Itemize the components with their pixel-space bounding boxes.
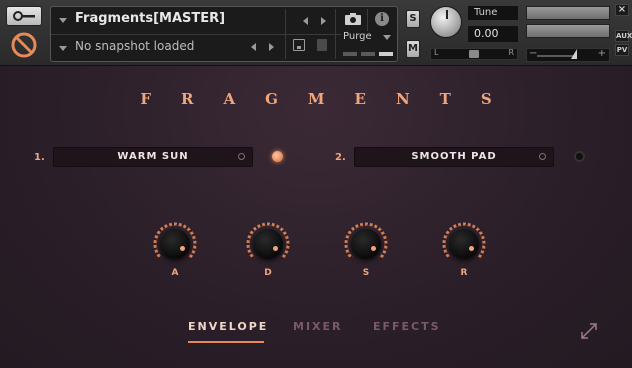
- purge-indicator: [379, 52, 393, 56]
- expand-icon[interactable]: [580, 322, 598, 340]
- tune-value[interactable]: 0.00: [468, 26, 518, 42]
- volume-plus-label: +: [597, 48, 606, 59]
- pan-handle[interactable]: [469, 50, 479, 58]
- release-label: R: [460, 268, 468, 278]
- slot-toggle-2[interactable]: [574, 151, 585, 162]
- pan-slider[interactable]: L R: [430, 48, 518, 60]
- instrument-menu-icon[interactable]: [59, 18, 67, 23]
- slot-name-1: WARM SUN: [117, 151, 189, 162]
- tab-effects[interactable]: EFFECTS: [373, 320, 441, 333]
- slot-number-2: 2.: [335, 152, 346, 163]
- sustain-knob[interactable]: [344, 222, 388, 266]
- slot-selector-1[interactable]: WARM SUN: [53, 147, 253, 167]
- volume-slider[interactable]: − +: [526, 48, 610, 62]
- instrument-title: FRAGMENTS: [140, 90, 522, 108]
- active-tab-indicator: [188, 341, 264, 343]
- pan-left-label: L: [434, 48, 439, 57]
- instrument-panel: Fragments[MASTER] No snapshot loaded i P…: [50, 6, 398, 62]
- aux-button[interactable]: AUX: [615, 30, 632, 42]
- decay-label: D: [264, 268, 272, 278]
- tune-label: Tune: [468, 6, 518, 20]
- sustain-label: S: [362, 268, 370, 278]
- pan-right-label: R: [508, 48, 514, 57]
- divider: [51, 34, 341, 35]
- trash-icon[interactable]: [317, 39, 327, 51]
- divider: [285, 9, 286, 59]
- knob-body: [253, 229, 283, 259]
- tab-envelope[interactable]: ENVELOPE: [188, 320, 268, 333]
- prev-instrument-icon[interactable]: [303, 17, 308, 25]
- snapshot-menu-icon[interactable]: [59, 46, 67, 51]
- level-meter-right: [526, 24, 610, 38]
- purge-menu-icon[interactable]: [383, 35, 391, 40]
- attack-knob[interactable]: [153, 222, 197, 266]
- snapshot-name[interactable]: No snapshot loaded: [75, 39, 194, 53]
- purge-indicator: [361, 52, 375, 56]
- no-entry-icon[interactable]: [11, 32, 37, 58]
- save-icon[interactable]: [293, 39, 305, 51]
- purge-indicator: [343, 52, 357, 56]
- pv-button[interactable]: PV: [615, 44, 629, 56]
- volume-minus-label: −: [529, 48, 538, 59]
- volume-handle[interactable]: [571, 49, 577, 59]
- tune-knob[interactable]: [430, 6, 462, 38]
- knob-body: [351, 229, 381, 259]
- tab-mixer[interactable]: MIXER: [293, 320, 343, 333]
- slot-dot-icon: [539, 153, 546, 160]
- attack-label: A: [171, 268, 179, 278]
- divider: [367, 9, 368, 31]
- level-meter-left: [526, 6, 610, 20]
- wrench-icon: [13, 11, 35, 21]
- instrument-header: Fragments[MASTER] No snapshot loaded i P…: [0, 0, 632, 66]
- purge-menu[interactable]: Purge: [343, 31, 372, 42]
- next-snapshot-icon[interactable]: [269, 43, 274, 51]
- close-button[interactable]: ×: [615, 4, 629, 16]
- slot-name-2: SMOOTH PAD: [411, 151, 497, 162]
- slot-toggle-1[interactable]: [272, 151, 283, 162]
- decay-knob[interactable]: [246, 222, 290, 266]
- slot-dot-icon: [238, 153, 245, 160]
- solo-button[interactable]: S: [406, 10, 420, 28]
- camera-icon[interactable]: [345, 13, 361, 25]
- knob-body: [160, 229, 190, 259]
- instrument-name[interactable]: Fragments[MASTER]: [75, 11, 225, 26]
- slot-number-1: 1.: [34, 152, 45, 163]
- prev-snapshot-icon[interactable]: [251, 43, 256, 51]
- release-knob[interactable]: [442, 222, 486, 266]
- info-icon[interactable]: i: [375, 12, 389, 26]
- wrench-button[interactable]: [6, 6, 42, 26]
- slot-selector-2[interactable]: SMOOTH PAD: [354, 147, 554, 167]
- mute-button[interactable]: M: [406, 40, 420, 58]
- divider: [335, 9, 336, 59]
- knob-body: [449, 229, 479, 259]
- next-instrument-icon[interactable]: [321, 17, 326, 25]
